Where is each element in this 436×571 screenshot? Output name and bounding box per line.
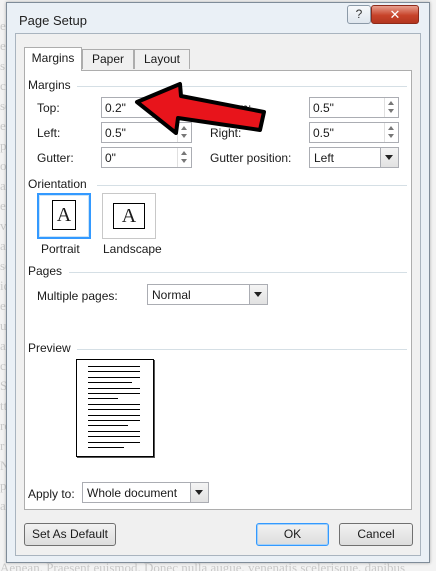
preview-text-line: [88, 382, 132, 384]
portrait-option[interactable]: A: [37, 193, 91, 239]
spinner-arrows[interactable]: [177, 123, 191, 142]
gutter-spinner[interactable]: 0": [101, 147, 192, 168]
spin-down-icon[interactable]: [181, 159, 187, 163]
spin-up-icon[interactable]: [181, 151, 187, 155]
dialog-title: Page Setup: [19, 13, 87, 28]
spin-up-icon[interactable]: [181, 101, 187, 105]
page-setup-dialog: Page Setup ? ✕ Margins Paper Layout Marg…: [6, 2, 430, 563]
landscape-page-icon[interactable]: A: [113, 203, 145, 229]
gutter-value[interactable]: 0": [105, 151, 116, 165]
preview-text-line: [88, 441, 140, 443]
apply-to-label: Apply to:: [28, 487, 75, 501]
preview-text-line: [88, 376, 140, 378]
gutter-label: Gutter:: [37, 151, 74, 165]
left-margin-spinner[interactable]: 0.5": [101, 122, 192, 143]
pages-divider: [69, 272, 407, 273]
spin-down-icon[interactable]: [388, 109, 394, 113]
spin-down-icon[interactable]: [388, 134, 394, 138]
spin-up-icon[interactable]: [388, 126, 394, 130]
left-label: Left:: [37, 126, 61, 140]
title-bar: Page Setup ? ✕: [7, 3, 429, 37]
multiple-pages-label: Multiple pages:: [37, 289, 118, 303]
top-label: Top:: [37, 101, 60, 115]
preview-text-line: [88, 447, 124, 448]
multiple-pages-value[interactable]: Normal: [152, 288, 191, 302]
dialog-client-area: Margins Paper Layout Margins Top: 0.2" B…: [15, 33, 421, 556]
portrait-label[interactable]: Portrait: [41, 242, 80, 256]
spin-down-icon[interactable]: [181, 109, 187, 113]
preview-text-line: [88, 430, 140, 432]
bottom-margin-value[interactable]: 0.5": [313, 101, 334, 115]
orientation-divider: [97, 185, 407, 186]
left-margin-value[interactable]: 0.5": [105, 126, 126, 140]
chevron-down-icon[interactable]: [254, 292, 262, 297]
tab-layout[interactable]: Layout: [134, 49, 190, 69]
dropdown-button[interactable]: [380, 148, 398, 167]
apply-to-value[interactable]: Whole document: [87, 486, 177, 500]
spinner-arrows[interactable]: [177, 98, 191, 117]
landscape-option[interactable]: A: [102, 193, 156, 239]
cancel-button[interactable]: Cancel: [339, 523, 413, 546]
spinner-arrows[interactable]: [384, 98, 398, 117]
right-margin-value[interactable]: 0.5": [313, 126, 334, 140]
gutter-position-value[interactable]: Left: [314, 151, 334, 165]
preview-text-line: [88, 409, 140, 411]
spin-up-icon[interactable]: [181, 126, 187, 130]
orientation-group-label: Orientation: [28, 177, 87, 191]
set-as-default-button[interactable]: Set As Default: [24, 523, 116, 546]
tab-paper[interactable]: Paper: [82, 49, 134, 69]
gutter-position-dropdown[interactable]: Left: [309, 147, 399, 168]
landscape-label[interactable]: Landscape: [103, 242, 162, 256]
preview-text-line: [88, 398, 118, 400]
preview-text-line: [88, 371, 140, 373]
close-button[interactable]: ✕: [371, 5, 419, 24]
preview-text-line: [88, 414, 140, 416]
margins-divider: [77, 86, 407, 87]
top-margin-spinner[interactable]: 0.2": [101, 97, 192, 118]
margins-group-label: Margins: [28, 78, 71, 92]
gutter-position-label: Gutter position:: [210, 151, 292, 165]
spin-down-icon[interactable]: [181, 134, 187, 138]
dropdown-button[interactable]: [190, 483, 208, 502]
preview-text-line: [88, 420, 140, 421]
spinner-arrows[interactable]: [384, 123, 398, 142]
help-button[interactable]: ?: [347, 5, 371, 24]
tab-margins[interactable]: Margins: [24, 47, 82, 71]
preview-page: [76, 359, 154, 457]
top-margin-value[interactable]: 0.2": [105, 101, 126, 115]
multiple-pages-dropdown[interactable]: Normal: [147, 284, 268, 305]
preview-divider: [77, 349, 407, 350]
preview-group-label: Preview: [28, 341, 71, 355]
chevron-down-icon[interactable]: [385, 155, 393, 160]
ok-button[interactable]: OK: [256, 523, 329, 546]
preview-text-line: [88, 393, 140, 394]
margins-tab-panel: Margins Top: 0.2" Bottom: 0.5" Left: 0.5…: [24, 70, 412, 510]
spin-up-icon[interactable]: [388, 101, 394, 105]
bottom-margin-spinner[interactable]: 0.5": [309, 97, 399, 118]
pages-group-label: Pages: [28, 264, 63, 278]
chevron-down-icon[interactable]: [195, 490, 203, 495]
right-margin-spinner[interactable]: 0.5": [309, 122, 399, 143]
spinner-arrows[interactable]: [177, 148, 191, 167]
preview-text-line: [88, 403, 140, 405]
preview-text-line: [88, 387, 140, 389]
right-label: Right:: [210, 126, 242, 140]
dropdown-button[interactable]: [249, 285, 267, 304]
preview-text-line: [88, 425, 128, 427]
preview-text-line: [88, 366, 140, 367]
apply-to-dropdown[interactable]: Whole document: [82, 482, 209, 503]
portrait-page-icon[interactable]: A: [52, 200, 76, 230]
bottom-label: Bottom:: [210, 101, 252, 115]
preview-text-line: [88, 436, 140, 438]
